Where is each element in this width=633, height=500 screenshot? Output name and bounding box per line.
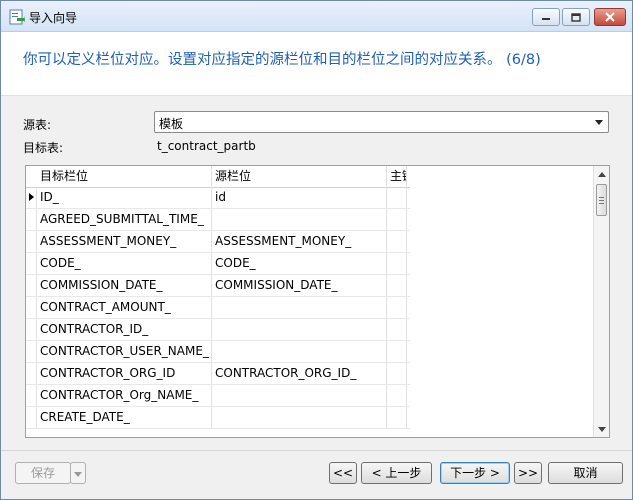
row-indicator[interactable] bbox=[26, 407, 37, 428]
maximize-button[interactable] bbox=[562, 8, 590, 26]
last-step-button[interactable]: >> bbox=[514, 462, 542, 484]
source-field-cell[interactable]: id bbox=[212, 187, 387, 208]
cancel-button[interactable]: 取消 bbox=[548, 462, 623, 484]
target-field-cell[interactable]: COMMISSION_DATE_ bbox=[37, 275, 212, 296]
footer-divider bbox=[1, 450, 632, 451]
table-row[interactable]: ID_ id bbox=[26, 187, 410, 209]
target-field-cell[interactable]: ID_ bbox=[37, 187, 212, 208]
first-step-button[interactable]: << bbox=[329, 462, 357, 484]
previous-step-button[interactable]: < 上一步 bbox=[361, 462, 432, 484]
import-wizard-icon bbox=[9, 9, 25, 25]
source-field-cell[interactable]: CONTRACTOR_ORG_ID_ bbox=[212, 363, 387, 384]
table-row[interactable]: COMMISSION_DATE_ COMMISSION_DATE_ bbox=[26, 275, 410, 297]
target-field-cell[interactable]: ASSESSMENT_MONEY_ bbox=[37, 231, 212, 252]
table-row[interactable]: CODE_ CODE_ bbox=[26, 253, 410, 275]
scroll-thumb[interactable] bbox=[596, 184, 607, 216]
row-indicator[interactable] bbox=[26, 363, 37, 384]
primary-key-cell[interactable] bbox=[387, 275, 407, 296]
chevron-down-icon bbox=[595, 120, 603, 125]
field-mapping-grid[interactable]: 目标栏位 源栏位 主键 ID_idAGREED_SUBMITTAL_TIME_A… bbox=[25, 165, 610, 438]
source-field-cell[interactable] bbox=[212, 209, 387, 230]
target-field-cell[interactable]: CONTRACTOR_ID_ bbox=[37, 319, 212, 340]
source-field-cell[interactable]: ASSESSMENT_MONEY_ bbox=[212, 231, 387, 252]
scroll-up-icon bbox=[598, 171, 606, 177]
source-field-cell[interactable] bbox=[212, 319, 387, 340]
table-row[interactable]: CONTRACTOR_ID_ bbox=[26, 319, 410, 341]
source-field-cell[interactable] bbox=[212, 341, 387, 362]
scroll-down-button[interactable] bbox=[594, 421, 609, 437]
thumb-grip bbox=[599, 203, 604, 204]
target-field-cell[interactable]: CONTRACTOR_USER_NAME_ bbox=[37, 341, 212, 362]
next-step-button[interactable]: 下一步 > bbox=[440, 462, 510, 484]
primary-key-cell[interactable] bbox=[387, 385, 407, 406]
row-indicator[interactable] bbox=[26, 209, 37, 230]
target-field-cell[interactable]: AGREED_SUBMITTAL_TIME_ bbox=[37, 209, 212, 230]
target-field-cell[interactable]: CREATE_DATE_ bbox=[37, 407, 212, 428]
import-wizard-window: 导入向导 你可以定义栏位对应。设置对应指定的源栏位和目的栏位之间的对应关系。 (… bbox=[0, 0, 633, 500]
column-header-source-field[interactable]: 源栏位 bbox=[212, 166, 387, 187]
source-table-select[interactable]: 模板 bbox=[154, 111, 609, 133]
grid-rows: ID_ id AGREED_SUBMITTAL_TIME_ ASSESSMENT_MO… bbox=[26, 187, 410, 429]
source-field-cell[interactable] bbox=[212, 407, 387, 428]
primary-key-cell[interactable] bbox=[387, 231, 407, 252]
source-table-label: 源表: bbox=[23, 118, 52, 132]
source-field-cell[interactable]: CODE_ bbox=[212, 253, 387, 274]
row-indicator[interactable] bbox=[26, 297, 37, 318]
source-field-cell[interactable]: COMMISSION_DATE_ bbox=[212, 275, 387, 296]
target-field-cell[interactable]: CODE_ bbox=[37, 253, 212, 274]
step-instruction: 你可以定义栏位对应。设置对应指定的源栏位和目的栏位之间的对应关系。 (6/8) bbox=[23, 52, 541, 68]
title-bar[interactable]: 导入向导 bbox=[1, 1, 632, 32]
column-header-primary-key[interactable]: 主键 bbox=[387, 166, 407, 187]
target-field-cell[interactable]: CONTRACT_AMOUNT_ bbox=[37, 297, 212, 318]
source-field-cell[interactable] bbox=[212, 297, 387, 318]
primary-key-cell[interactable] bbox=[387, 363, 407, 384]
table-row[interactable]: CONTRACT_AMOUNT_ bbox=[26, 297, 410, 319]
save-button[interactable]: 保存 bbox=[15, 462, 71, 484]
primary-key-cell[interactable] bbox=[387, 341, 407, 362]
primary-key-cell[interactable] bbox=[387, 407, 407, 428]
row-indicator[interactable] bbox=[26, 275, 37, 296]
wizard-header: 你可以定义栏位对应。设置对应指定的源栏位和目的栏位之间的对应关系。 (6/8) bbox=[1, 32, 632, 96]
primary-key-cell[interactable] bbox=[387, 187, 407, 208]
table-row[interactable]: AGREED_SUBMITTAL_TIME_ bbox=[26, 209, 410, 231]
row-indicator[interactable] bbox=[26, 231, 37, 252]
target-table-value: t_contract_partb bbox=[157, 139, 256, 153]
scroll-up-button[interactable] bbox=[594, 166, 609, 182]
current-row-arrow-icon bbox=[29, 193, 34, 201]
table-row[interactable]: CONTRACTOR_USER_NAME_ bbox=[26, 341, 410, 363]
target-field-cell[interactable]: CONTRACTOR_ORG_ID bbox=[37, 363, 212, 384]
close-icon bbox=[605, 12, 615, 22]
target-table-label: 目标表: bbox=[23, 141, 64, 155]
primary-key-cell[interactable] bbox=[387, 209, 407, 230]
primary-key-cell[interactable] bbox=[387, 319, 407, 340]
row-indicator[interactable] bbox=[26, 253, 37, 274]
row-indicator[interactable] bbox=[26, 385, 37, 406]
table-row[interactable]: CONTRACTOR_Org_NAME_ bbox=[26, 385, 410, 407]
row-indicator[interactable] bbox=[26, 187, 37, 208]
minimize-button[interactable] bbox=[532, 8, 560, 26]
source-table-value: 模板 bbox=[159, 117, 184, 131]
thumb-grip bbox=[599, 197, 604, 198]
close-button[interactable] bbox=[594, 8, 626, 26]
target-field-cell[interactable]: CONTRACTOR_Org_NAME_ bbox=[37, 385, 212, 406]
save-options-button[interactable] bbox=[70, 462, 86, 484]
row-indicator[interactable] bbox=[26, 341, 37, 362]
window-title: 导入向导 bbox=[29, 11, 78, 25]
vertical-scrollbar[interactable] bbox=[593, 166, 609, 437]
table-row[interactable]: CREATE_DATE_ bbox=[26, 407, 410, 429]
source-field-cell[interactable] bbox=[212, 385, 387, 406]
row-indicator[interactable] bbox=[26, 319, 37, 340]
minimize-icon bbox=[542, 18, 550, 20]
table-row[interactable]: CONTRACTOR_ORG_ID CONTRACTOR_ORG_ID_ bbox=[26, 363, 410, 385]
grid-header: 目标栏位 源栏位 主键 bbox=[26, 166, 410, 188]
chevron-down-icon bbox=[74, 472, 82, 477]
column-header-target-field[interactable]: 目标栏位 bbox=[37, 166, 212, 187]
scroll-down-icon bbox=[598, 426, 606, 432]
primary-key-cell[interactable] bbox=[387, 253, 407, 274]
table-row[interactable]: ASSESSMENT_MONEY_ ASSESSMENT_MONEY_ bbox=[26, 231, 410, 253]
thumb-grip bbox=[599, 200, 604, 201]
primary-key-cell[interactable] bbox=[387, 297, 407, 318]
maximize-icon bbox=[571, 12, 581, 22]
